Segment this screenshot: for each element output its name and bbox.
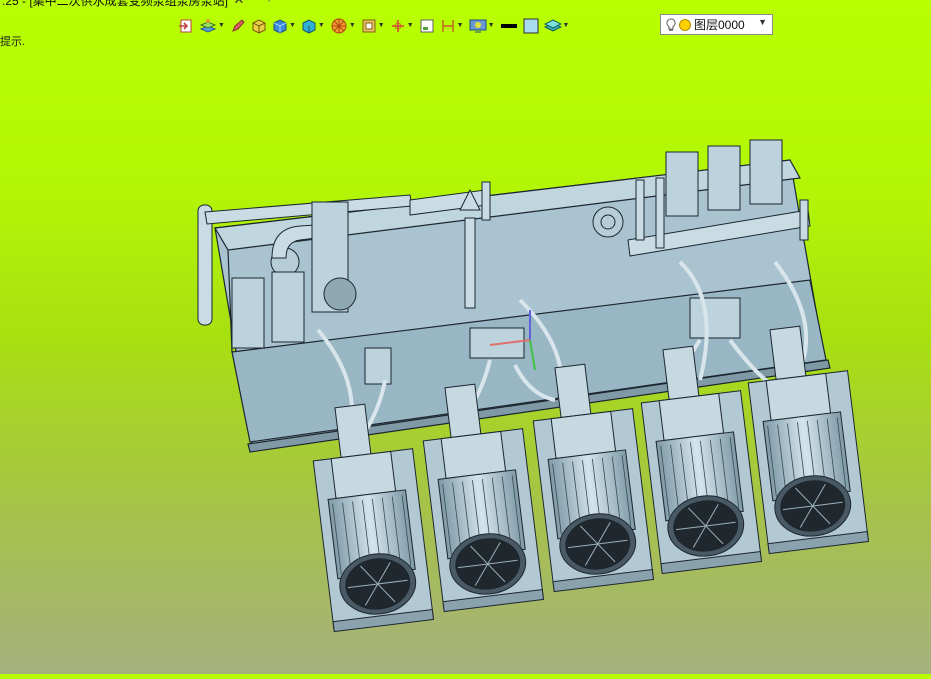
cube-icon[interactable]: ▼ — [272, 15, 296, 37]
layer-stack-icon[interactable]: ▼ — [543, 15, 570, 37]
layer-select[interactable]: 图层0000 ▼ — [660, 14, 773, 35]
chevron-down-icon[interactable]: ▼ — [563, 15, 570, 37]
close-tab-icon[interactable]: ✕ — [232, 0, 246, 7]
solid-icon[interactable]: ▼ — [301, 15, 325, 37]
plane-icon[interactable] — [419, 15, 435, 37]
color-swatch-icon[interactable] — [500, 15, 518, 37]
layer-name: 图层0000 — [694, 18, 745, 32]
fill-swatch-icon[interactable] — [523, 15, 539, 37]
axis-icon[interactable]: ▼ — [390, 15, 414, 37]
wheel-icon[interactable]: ▼ — [330, 15, 356, 37]
chevron-down-icon[interactable]: ▼ — [218, 15, 225, 37]
pencil-icon[interactable] — [230, 15, 246, 37]
dimension-icon[interactable]: ▼ — [440, 15, 464, 37]
chevron-down-icon[interactable]: ▼ — [758, 17, 767, 27]
layer-color-dot — [679, 18, 691, 31]
chevron-down-icon[interactable]: ▼ — [457, 15, 464, 37]
lightbulb-icon[interactable] — [666, 17, 676, 32]
chevron-down-icon[interactable]: ▼ — [407, 15, 414, 37]
document-tab[interactable]: .25 - [集中二次供水成套变频泵组泵房泵站] — [0, 0, 232, 8]
3d-viewport[interactable] — [0, 42, 931, 674]
box-icon[interactable] — [251, 15, 267, 37]
frame-icon[interactable]: ▼ — [361, 15, 385, 37]
chevron-down-icon[interactable]: ▼ — [488, 15, 495, 37]
chevron-down-icon[interactable]: ▼ — [318, 15, 325, 37]
layers-icon[interactable]: ▼ — [199, 15, 225, 37]
chevron-down-icon[interactable]: ▼ — [349, 15, 356, 37]
quick-toolbar: ▼ ▼ ▼ ▼ ▼ ▼ ▼ ▼ ▼ — [178, 14, 574, 38]
pump-station-model — [197, 139, 870, 633]
display-icon[interactable]: ▼ — [469, 15, 495, 37]
tab-strip: .25 - [集中二次供水成套变频泵组泵房泵站] ✕ + — [0, 0, 931, 9]
exit-icon[interactable] — [178, 15, 194, 37]
chevron-down-icon[interactable]: ▼ — [378, 15, 385, 37]
add-tab-icon[interactable]: + — [262, 0, 276, 6]
chevron-down-icon[interactable]: ▼ — [289, 15, 296, 37]
